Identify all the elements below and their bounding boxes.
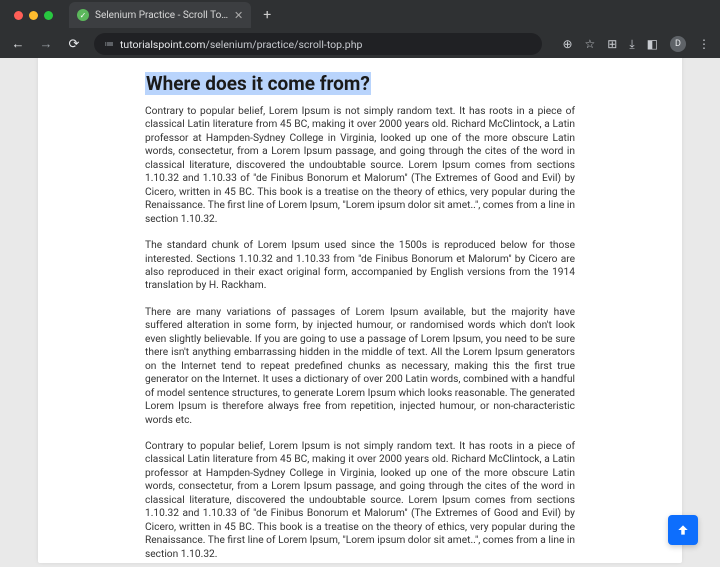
page-heading: Where does it come from?	[145, 72, 371, 95]
menu-icon[interactable]: ⋮	[698, 37, 710, 51]
window-minimize-button[interactable]	[29, 11, 38, 20]
download-icon[interactable]: ⤓	[629, 37, 634, 52]
tab-strip: ✓ Selenium Practice - Scroll To… ✕ +	[0, 0, 720, 30]
tab-close-icon[interactable]: ✕	[234, 9, 243, 22]
window-close-button[interactable]	[14, 11, 23, 20]
site-info-icon[interactable]: ≔	[104, 39, 114, 50]
toolbar: ← → ⟳ ≔ tutorialspoint.com/selenium/prac…	[0, 30, 720, 58]
page-content: Where does it come from? Contrary to pop…	[145, 58, 575, 561]
panel-icon[interactable]: ◧	[647, 37, 658, 51]
profile-avatar[interactable]: D	[670, 36, 686, 52]
browser-tab[interactable]: ✓ Selenium Practice - Scroll To… ✕	[69, 2, 251, 28]
extensions-icon[interactable]: ⊞	[607, 37, 617, 51]
back-button[interactable]: ←	[10, 36, 26, 52]
url-text: tutorialspoint.com/selenium/practice/scr…	[120, 38, 362, 51]
tab-favicon-icon: ✓	[77, 9, 89, 21]
arrow-up-icon	[676, 523, 690, 537]
page-card: Where does it come from? Contrary to pop…	[38, 58, 682, 563]
window-controls	[8, 11, 57, 20]
reload-button[interactable]: ⟳	[66, 37, 82, 52]
paragraph: Contrary to popular belief, Lorem Ipsum …	[145, 440, 575, 561]
paragraph: Contrary to popular belief, Lorem Ipsum …	[145, 105, 575, 226]
bookmark-icon[interactable]: ☆	[585, 37, 596, 51]
url-path: /selenium/practice/scroll-top.php	[205, 38, 362, 51]
zoom-icon[interactable]: ⊕	[562, 37, 572, 51]
window-maximize-button[interactable]	[44, 11, 53, 20]
url-host: tutorialspoint.com	[120, 38, 205, 51]
paragraph: The standard chunk of Lorem Ipsum used s…	[145, 239, 575, 293]
new-tab-button[interactable]: +	[257, 7, 277, 23]
toolbar-right: ⊕ ☆ ⊞ ⤓ ◧ D ⋮	[562, 36, 710, 52]
paragraph: There are many variations of passages of…	[145, 306, 575, 427]
browser-chrome: ✓ Selenium Practice - Scroll To… ✕ + ← →…	[0, 0, 720, 58]
forward-button[interactable]: →	[38, 36, 54, 52]
page-viewport[interactable]: Where does it come from? Contrary to pop…	[0, 58, 720, 567]
scroll-to-top-button[interactable]	[668, 515, 698, 545]
address-bar[interactable]: ≔ tutorialspoint.com/selenium/practice/s…	[94, 33, 542, 55]
tab-title: Selenium Practice - Scroll To…	[95, 10, 228, 21]
